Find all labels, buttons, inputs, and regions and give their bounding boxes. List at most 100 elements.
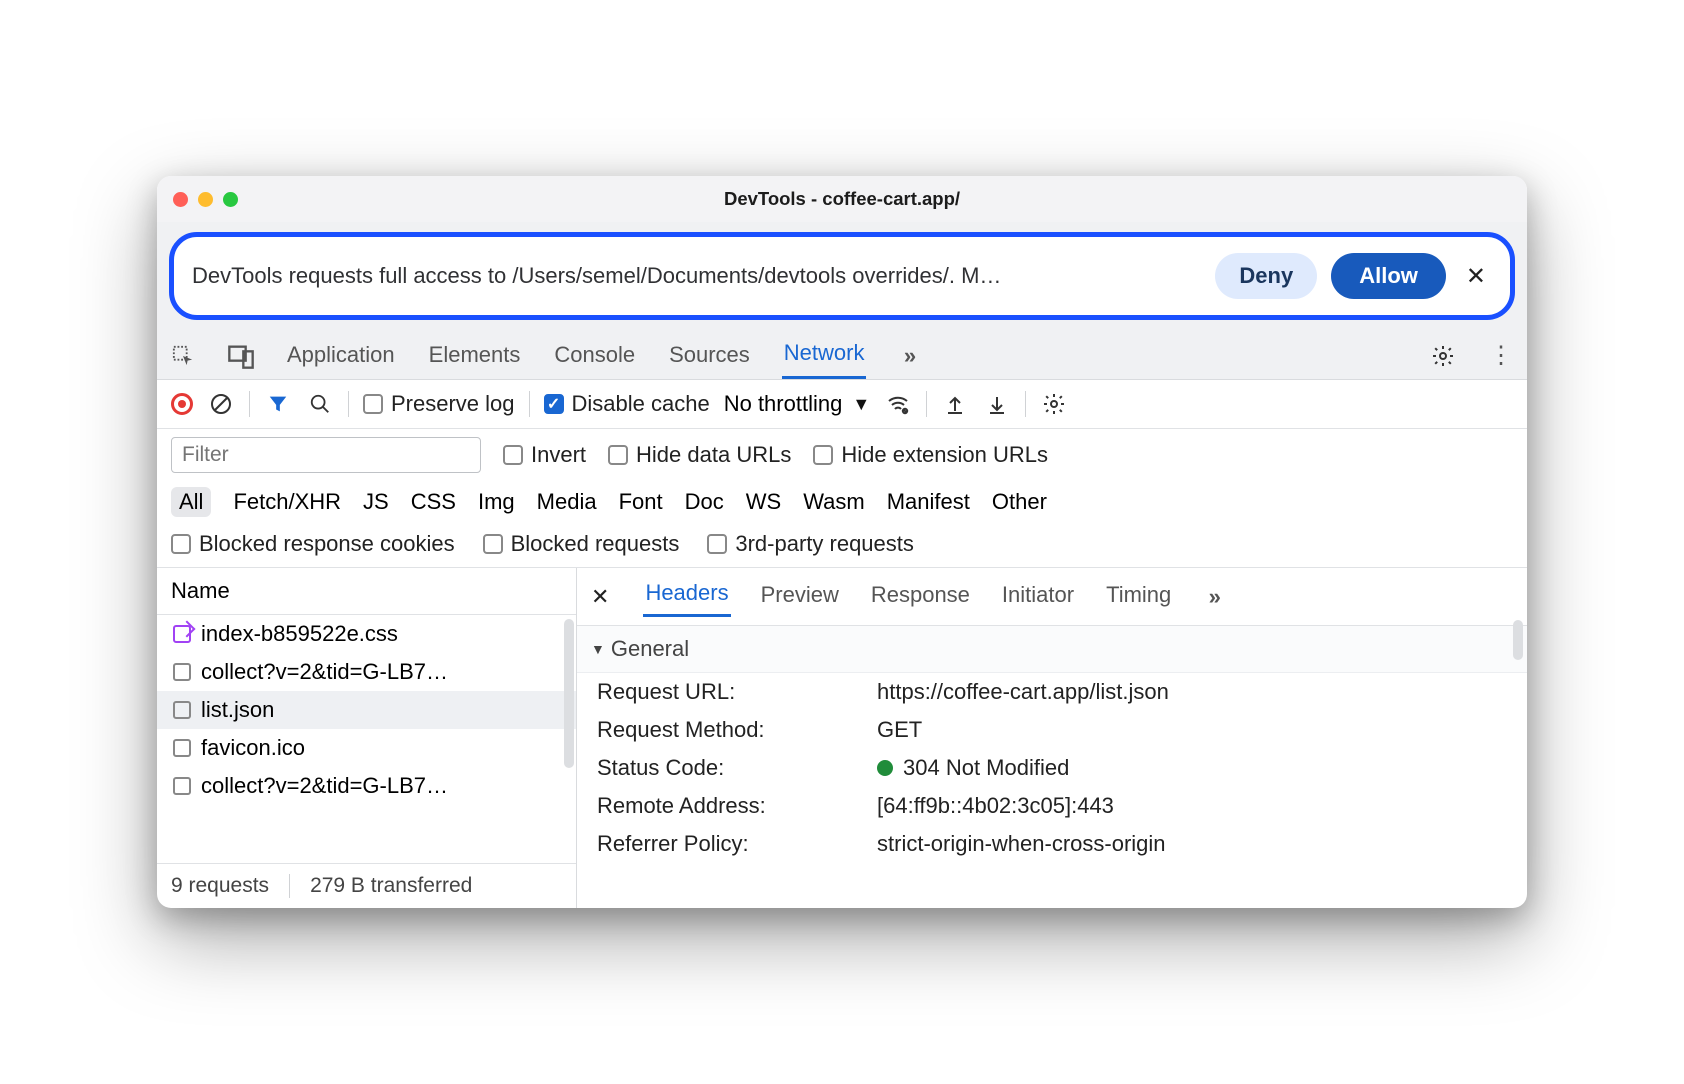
file-icon [173,739,191,757]
request-row[interactable]: collect?v=2&tid=G-LB7… [157,767,576,805]
inspect-element-icon[interactable] [169,342,197,370]
blocked-cookies-checkbox[interactable]: Blocked response cookies [171,531,455,557]
chip-fetch-xhr[interactable]: Fetch/XHR [233,489,341,515]
referrer-policy-label: Referrer Policy: [597,831,877,857]
throttling-dropdown[interactable]: No throttling ▼ [724,391,870,417]
window-maximize-button[interactable] [223,192,238,207]
detail-tab-response[interactable]: Response [869,578,972,616]
chip-all[interactable]: All [171,487,211,517]
kebab-menu-icon[interactable]: ⋮ [1487,342,1515,370]
filter-icon[interactable] [264,390,292,418]
network-settings-icon[interactable] [1040,390,1068,418]
blocked-requests-checkbox[interactable]: Blocked requests [483,531,680,557]
filter-input[interactable] [171,437,481,473]
panel-tabs: Application Elements Console Sources Net… [157,326,1527,380]
list-scrollbar[interactable] [564,619,574,768]
detail-tab-preview[interactable]: Preview [759,578,841,616]
divider [1025,391,1026,417]
status-code-label: Status Code: [597,755,877,781]
request-row[interactable]: collect?v=2&tid=G-LB7… [157,653,576,691]
settings-icon[interactable] [1429,342,1457,370]
chip-font[interactable]: Font [619,489,663,515]
request-detail-pane: ✕ Headers Preview Response Initiator Tim… [577,568,1527,908]
chip-manifest[interactable]: Manifest [887,489,970,515]
chip-img[interactable]: Img [478,489,515,515]
invert-checkbox[interactable]: Invert [503,442,586,468]
deny-button[interactable]: Deny [1215,253,1317,299]
request-method-value: GET [877,717,922,743]
chip-css[interactable]: CSS [411,489,456,515]
transferred-size: 279 B transferred [310,874,472,898]
search-icon[interactable] [306,390,334,418]
permission-banner-wrap: DevTools requests full access to /Users/… [157,222,1527,326]
list-header-name[interactable]: Name [157,568,576,615]
chip-other[interactable]: Other [992,489,1047,515]
permission-banner: DevTools requests full access to /Users/… [169,232,1515,320]
tab-console[interactable]: Console [552,334,637,378]
allow-button[interactable]: Allow [1331,253,1446,299]
request-list: index-b859522e.css collect?v=2&tid=G-LB7… [157,615,576,863]
tab-sources[interactable]: Sources [667,334,752,378]
hide-data-urls-checkbox[interactable]: Hide data URLs [608,442,791,468]
divider [926,391,927,417]
chip-doc[interactable]: Doc [685,489,724,515]
close-detail-icon[interactable]: ✕ [591,584,615,610]
stylesheet-icon [173,625,191,643]
expand-triangle-icon: ▼ [591,641,605,657]
request-row[interactable]: favicon.ico [157,729,576,767]
device-toolbar-icon[interactable] [227,342,255,370]
clear-button[interactable] [207,390,235,418]
chip-js[interactable]: JS [363,489,389,515]
third-party-checkbox[interactable]: 3rd-party requests [707,531,914,557]
window-minimize-button[interactable] [198,192,213,207]
request-row[interactable]: list.json [157,691,576,729]
request-method-label: Request Method: [597,717,877,743]
chip-media[interactable]: Media [537,489,597,515]
network-conditions-icon[interactable] [884,390,912,418]
tab-network[interactable]: Network [782,332,867,379]
tab-elements[interactable]: Elements [427,334,523,378]
preserve-log-label: Preserve log [391,391,515,417]
resource-type-filter: All Fetch/XHR JS CSS Img Media Font Doc … [171,473,1513,517]
detail-tab-headers[interactable]: Headers [643,576,730,617]
request-row[interactable]: index-b859522e.css [157,615,576,653]
file-icon [173,777,191,795]
status-dot-icon [877,760,893,776]
remote-address-label: Remote Address: [597,793,877,819]
record-button[interactable] [171,393,193,415]
extra-filters: Blocked response cookies Blocked request… [171,517,1513,557]
network-toolbar: Preserve log ✓Disable cache No throttlin… [157,380,1527,429]
close-banner-icon[interactable]: ✕ [1460,262,1492,291]
detail-scrollbar[interactable] [1513,620,1523,660]
request-url-label: Request URL: [597,679,877,705]
disable-cache-label: Disable cache [572,391,710,417]
more-tabs-icon[interactable]: » [896,342,924,370]
list-footer: 9 requests 279 B transferred [157,863,576,908]
permission-banner-text: DevTools requests full access to /Users/… [192,263,1201,289]
chevron-down-icon: ▼ [852,394,870,415]
disable-cache-checkbox[interactable]: ✓Disable cache [544,391,710,417]
requests-count: 9 requests [171,874,269,898]
window-close-button[interactable] [173,192,188,207]
chip-wasm[interactable]: Wasm [803,489,865,515]
file-icon [173,663,191,681]
request-url-value: https://coffee-cart.app/list.json [877,679,1169,705]
more-detail-tabs-icon[interactable]: » [1201,583,1229,611]
general-section: Request URL:https://coffee-cart.app/list… [577,673,1527,863]
general-section-header[interactable]: ▼ General [577,626,1527,673]
tab-application[interactable]: Application [285,334,397,378]
status-code-value: 304 Not Modified [877,755,1069,781]
window-controls [173,192,238,207]
chip-ws[interactable]: WS [746,489,781,515]
request-list-pane: Name index-b859522e.css collect?v=2&tid=… [157,568,577,908]
detail-tab-initiator[interactable]: Initiator [1000,578,1076,616]
export-har-icon[interactable] [941,390,969,418]
divider [289,874,290,898]
preserve-log-checkbox[interactable]: Preserve log [363,391,515,417]
detail-tab-timing[interactable]: Timing [1104,578,1173,616]
divider [348,391,349,417]
divider [529,391,530,417]
detail-tabs: ✕ Headers Preview Response Initiator Tim… [577,568,1527,626]
hide-extension-urls-checkbox[interactable]: Hide extension URLs [813,442,1048,468]
import-har-icon[interactable] [983,390,1011,418]
